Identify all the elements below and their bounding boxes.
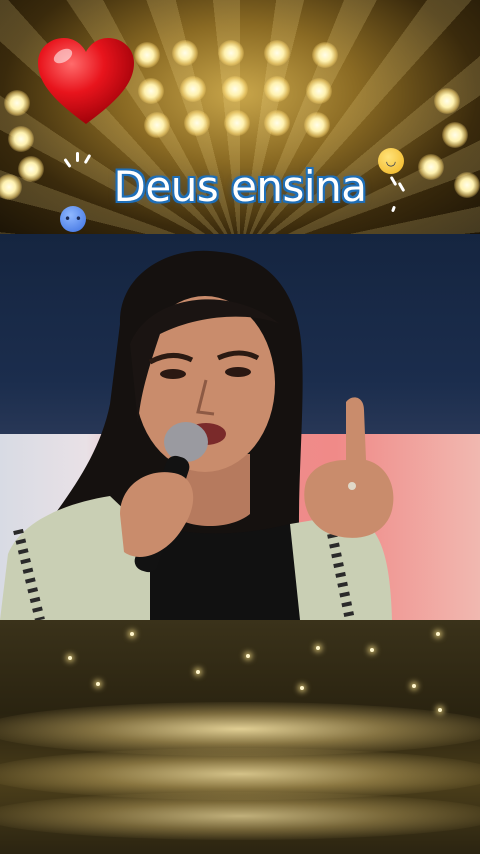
singer-illustration <box>0 250 394 620</box>
heart-emoji-icon <box>38 38 134 124</box>
floor-light-band <box>0 792 480 840</box>
top-stage-banner: • • ◡ Deus ensina <box>0 0 480 234</box>
video-frame[interactable] <box>0 234 480 620</box>
bottom-stage-floor <box>0 620 480 854</box>
caption-title: Deus ensina <box>113 162 367 211</box>
